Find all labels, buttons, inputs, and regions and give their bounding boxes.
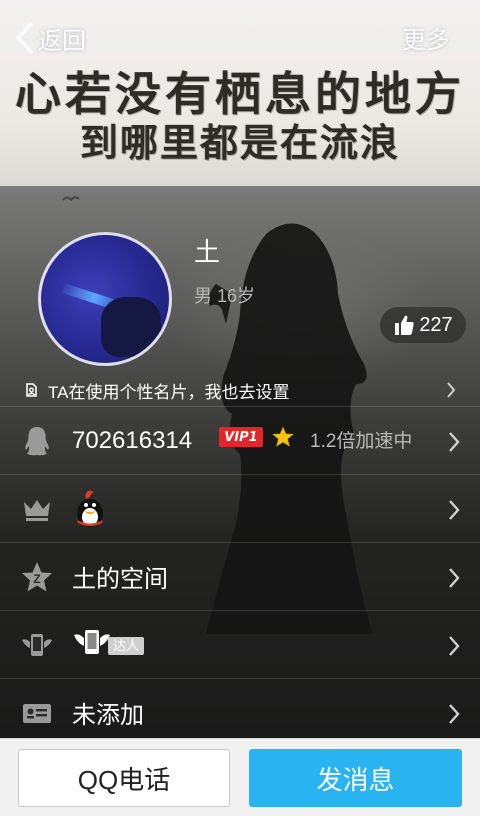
more-button[interactable]: 更多 <box>402 20 450 55</box>
chevron-right-icon <box>447 382 456 398</box>
tag-row[interactable]: 未添加 <box>0 678 480 746</box>
bottom-action-bar: QQ电话 发消息 <box>0 738 480 816</box>
chevron-right-icon <box>449 636 460 656</box>
qq-penguin-icon <box>25 427 49 456</box>
vip-badge[interactable]: VIP1 <box>219 427 263 447</box>
like-button[interactable]: 227 <box>380 307 466 343</box>
star-icon <box>272 426 294 447</box>
tag-label: 未添加 <box>72 702 144 729</box>
crown-icon <box>24 500 50 521</box>
chevron-right-icon <box>449 568 460 588</box>
back-button[interactable]: 返回 <box>14 18 86 58</box>
card-icon <box>26 383 37 397</box>
avatar[interactable] <box>38 232 172 366</box>
mobile-daren-icon <box>74 630 110 654</box>
back-label: 返回 <box>38 27 86 55</box>
qzone-row[interactable]: Z 土的空间 <box>0 542 480 610</box>
qzone-label: 土的空间 <box>72 566 168 593</box>
qq-number: 702616314 <box>72 426 193 454</box>
daren-tag: 达人 <box>108 637 145 655</box>
like-count: 227 <box>419 313 453 336</box>
svg-text:Z: Z <box>33 572 40 586</box>
chevron-right-icon <box>449 704 460 724</box>
gender-age: 男 16岁 <box>194 286 256 306</box>
chevron-right-icon <box>449 500 460 520</box>
winged-phone-icon <box>22 634 52 656</box>
id-card-icon <box>23 704 51 723</box>
bird-decoration <box>62 196 80 202</box>
nickname: 土 <box>194 237 221 267</box>
speed-status: 1.2倍加速中 <box>310 431 413 452</box>
thumbs-up-icon <box>395 315 414 335</box>
personal-card-banner[interactable]: TA在使用个性名片，我也去设置 <box>0 374 480 406</box>
qq-call-button[interactable]: QQ电话 <box>18 749 230 807</box>
top-bar: 返回 更多 <box>0 0 480 74</box>
chevron-right-icon <box>449 432 460 452</box>
card-banner-text: TA在使用个性名片，我也去设置 <box>48 382 290 402</box>
penguin-level-icon <box>77 490 103 527</box>
qzone-star-icon: Z <box>22 562 52 592</box>
send-message-button[interactable]: 发消息 <box>249 749 462 807</box>
cover-text-line2: 到哪里都是在流浪 <box>79 120 400 165</box>
chevron-left-icon <box>16 22 33 54</box>
